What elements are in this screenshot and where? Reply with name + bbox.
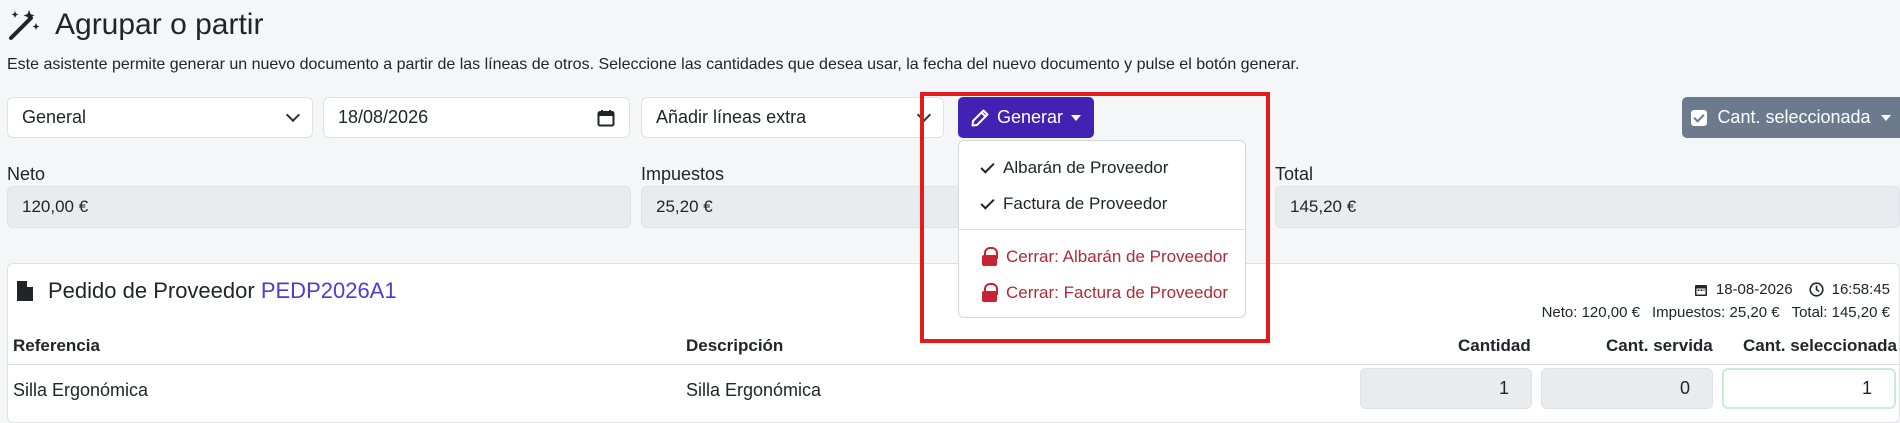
impuestos-field: 25,20 € — [641, 186, 961, 228]
caret-down-icon — [1880, 114, 1891, 121]
cell-referencia: Silla Ergonómica — [13, 380, 149, 400]
serie-select[interactable]: General — [7, 97, 313, 138]
column-header-referencia: Referencia — [13, 336, 100, 355]
selected-qty-button[interactable]: Cant. seleccionada — [1682, 97, 1900, 138]
date-input-value: 18/08/2026 — [338, 107, 429, 127]
table-divider — [8, 364, 1899, 365]
document-title: Pedido de Proveedor PEDP2026A1 — [16, 278, 397, 304]
page-description: Este asistente permite generar un nuevo … — [7, 56, 1300, 73]
cell-descripcion: Silla Ergonómica — [686, 380, 822, 400]
document-type: Pedido de Proveedor — [48, 278, 255, 303]
document-date: 18-08-2026 — [1715, 281, 1793, 298]
column-header-cant-servida: Cant. servida — [1606, 336, 1713, 355]
extra-lines-select-value: Añadir líneas extra — [656, 107, 807, 127]
document-code-link[interactable]: PEDP2026A1 — [261, 278, 397, 303]
document-total: Total: 145,20 € — [1791, 304, 1890, 321]
document-time: 16:58:45 — [1831, 281, 1890, 298]
check-square-icon — [1691, 109, 1708, 126]
extra-lines-select[interactable]: Añadir líneas extra — [641, 97, 944, 138]
magic-wand-icon — [9, 10, 40, 40]
cant-seleccionada-input[interactable]: 1 — [1722, 368, 1896, 409]
page-title: Agrupar o partir — [55, 8, 264, 41]
impuestos-label: Impuestos — [641, 164, 725, 184]
neto-field: 120,00 € — [7, 186, 631, 228]
selected-qty-button-label: Cant. seleccionada — [1717, 107, 1871, 127]
cantidad-field: 1 — [1360, 368, 1532, 409]
highlight-box — [920, 92, 1270, 343]
chevron-down-icon — [285, 107, 301, 123]
document-impuestos: Impuestos: 25,20 € — [1651, 304, 1780, 321]
neto-label: Neto — [7, 164, 46, 184]
total-field: 145,20 € — [1275, 186, 1900, 228]
file-icon — [17, 281, 33, 301]
calendar-icon — [1694, 284, 1707, 296]
date-input[interactable]: 18/08/2026 — [323, 97, 630, 138]
document-meta: 18-08-2026 16:58:45 Neto: 120,00 € Impue… — [1542, 278, 1890, 324]
page-header: Agrupar o partir — [7, 8, 263, 42]
clock-icon — [1809, 282, 1824, 297]
calendar-icon[interactable] — [597, 109, 615, 127]
column-header-descripcion: Descripción — [686, 336, 784, 355]
column-header-cant-seleccionada: Cant. seleccionada — [1743, 336, 1898, 355]
cant-servida-field: 0 — [1541, 368, 1713, 409]
document-neto: Neto: 120,00 € — [1541, 304, 1640, 321]
column-header-cantidad: Cantidad — [1458, 336, 1531, 355]
total-label: Total — [1275, 164, 1314, 184]
serie-select-value: General — [22, 107, 87, 127]
